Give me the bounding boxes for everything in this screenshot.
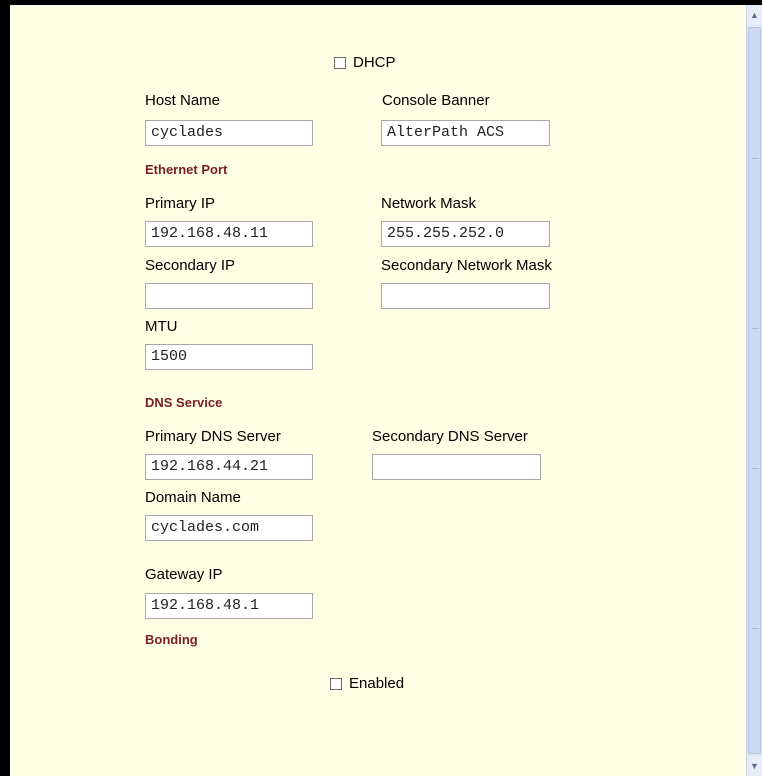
gateway-ip-field[interactable]: 192.168.48.1 <box>145 593 313 619</box>
primary-dns-label: Primary DNS Server <box>145 428 281 445</box>
dhcp-label: DHCP <box>353 54 396 71</box>
secondary-network-mask-field[interactable] <box>381 283 550 309</box>
scroll-up-button[interactable]: ▲ <box>747 5 762 25</box>
host-name-field[interactable]: cyclades <box>145 120 313 146</box>
console-banner-field[interactable]: AlterPath ACS <box>381 120 550 146</box>
dhcp-checkbox[interactable] <box>334 56 346 69</box>
primary-dns-field[interactable]: 192.168.44.21 <box>145 454 313 480</box>
dhcp-option[interactable]: DHCP <box>334 54 396 71</box>
network-settings-panel: DHCP Host Name Console Banner cyclades A… <box>10 5 746 776</box>
console-banner-label: Console Banner <box>382 92 490 109</box>
mtu-label: MTU <box>145 318 178 335</box>
scroll-grip <box>752 468 759 469</box>
bonding-enabled-checkbox[interactable] <box>330 677 342 690</box>
bonding-title: Bonding <box>145 632 198 647</box>
mtu-field[interactable]: 1500 <box>145 344 313 370</box>
network-mask-field[interactable]: 255.255.252.0 <box>381 221 550 247</box>
primary-ip-field[interactable]: 192.168.48.11 <box>145 221 313 247</box>
primary-ip-label: Primary IP <box>145 195 216 212</box>
secondary-ip-label: Secondary IP <box>145 257 236 274</box>
gateway-ip-label: Gateway IP <box>145 566 223 583</box>
network-mask-label: Network Mask <box>381 195 477 212</box>
bonding-enabled-option[interactable]: Enabled <box>330 675 404 692</box>
scroll-grip <box>752 328 759 329</box>
bonding-enabled-label: Enabled <box>349 675 405 692</box>
vertical-scrollbar[interactable]: ▲ ▼ <box>746 5 762 776</box>
dns-service-title: DNS Service <box>145 395 223 410</box>
scroll-grip <box>752 628 759 629</box>
scroll-down-button[interactable]: ▼ <box>747 756 762 776</box>
secondary-dns-field[interactable] <box>372 454 541 480</box>
secondary-ip-field[interactable] <box>145 283 313 309</box>
host-name-label: Host Name <box>145 92 221 109</box>
secondary-network-mask-label: Secondary Network Mask <box>381 257 552 274</box>
domain-name-field[interactable]: cyclades.com <box>145 515 313 541</box>
scroll-grip <box>752 158 759 159</box>
secondary-dns-label: Secondary DNS Server <box>372 428 528 445</box>
domain-name-label: Domain Name <box>145 489 241 506</box>
ethernet-port-title: Ethernet Port <box>145 162 228 177</box>
scroll-thumb[interactable] <box>748 27 761 754</box>
